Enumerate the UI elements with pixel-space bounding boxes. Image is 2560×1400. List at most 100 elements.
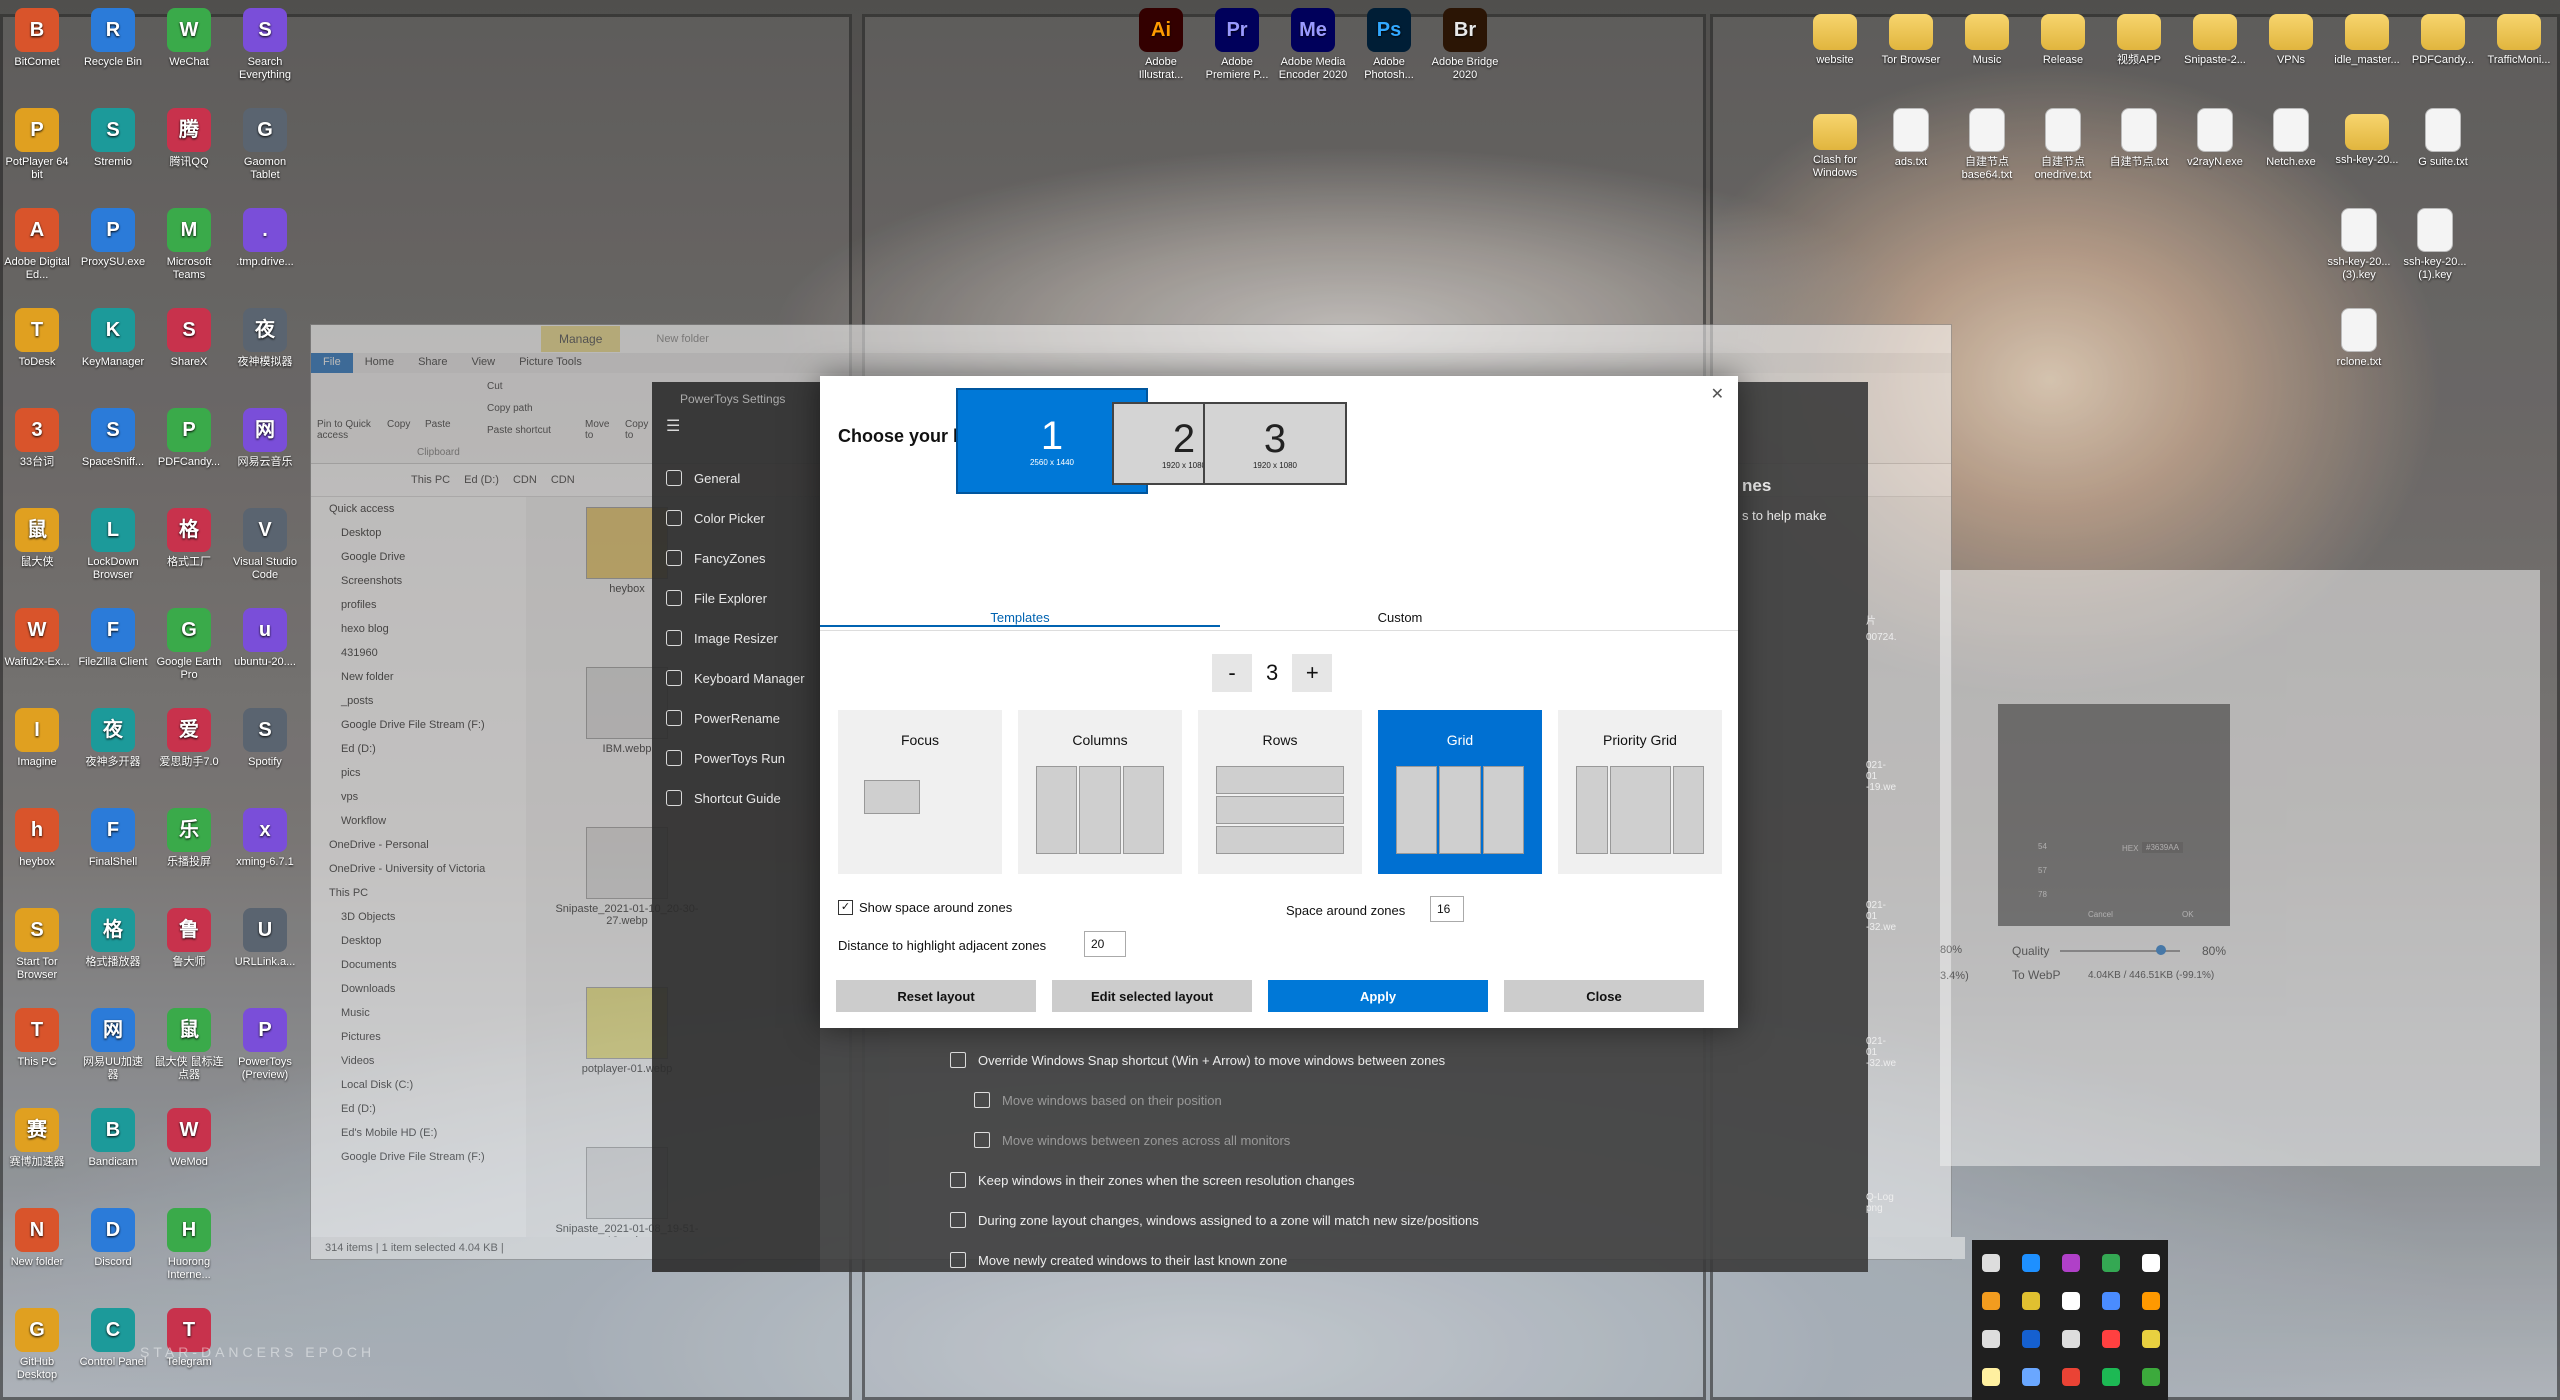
cut-button[interactable]: Cut [487, 381, 503, 392]
decrease-zones-button[interactable]: - [1212, 654, 1252, 692]
desktop-icon[interactable]: Clash for Windows [1800, 108, 1870, 180]
desktop-icon[interactable]: S ShareX [154, 308, 224, 369]
nav-item[interactable]: Downloads [311, 977, 526, 1001]
ribbon-tab[interactable]: File [311, 353, 353, 373]
desktop-icon[interactable]: S Search Everything [230, 8, 300, 82]
option-checkbox[interactable]: Move windows based on their position [950, 1080, 1479, 1120]
desktop-icon[interactable]: 视频APP [2104, 8, 2174, 67]
checkbox[interactable] [950, 1252, 966, 1268]
copy-button[interactable]: Copy [387, 419, 410, 430]
desktop-icon[interactable]: ssh-key-20... (3).key [2324, 208, 2394, 282]
nav-item-image-resizer[interactable]: Image Resizer [652, 618, 820, 658]
tray-icon[interactable] [2022, 1254, 2040, 1272]
r-value[interactable]: 54 [2038, 842, 2047, 851]
manage-tab[interactable]: Manage [541, 326, 621, 352]
nav-item-powerrename[interactable]: PowerRename [652, 698, 820, 738]
desktop-icon[interactable]: 鼠鼠大侠 [2, 508, 72, 569]
desktop-icon[interactable]: V Visual Studio Code [230, 508, 300, 582]
desktop-icon[interactable]: Pr Adobe Premiere P... [1202, 8, 1272, 82]
quality-slider[interactable] [2060, 945, 2180, 955]
tray-icon[interactable] [1982, 1292, 2000, 1310]
ribbon-tab[interactable]: Picture Tools [507, 353, 594, 373]
desktop-icon[interactable]: . .tmp.drive... [230, 208, 300, 269]
layout-card-rows[interactable]: Rows [1198, 710, 1362, 874]
layout-card-columns[interactable]: Columns [1018, 710, 1182, 874]
nav-item-file-explorer[interactable]: File Explorer [652, 578, 820, 618]
nav-item[interactable]: Screenshots [311, 569, 526, 593]
checkbox-checked-icon[interactable]: ✓ [838, 900, 853, 915]
nav-item[interactable]: Workflow [311, 809, 526, 833]
nav-item-shortcut-guide[interactable]: Shortcut Guide [652, 778, 820, 818]
nav-item[interactable]: Desktop [311, 929, 526, 953]
nav-item-powertoys-run[interactable]: PowerToys Run [652, 738, 820, 778]
desktop-icon[interactable]: K KeyManager [78, 308, 148, 369]
tray-icon[interactable] [2102, 1254, 2120, 1272]
desktop-icon[interactable]: S Stremio [78, 108, 148, 169]
breadcrumb-item[interactable]: CDN [513, 474, 537, 486]
desktop-icon[interactable]: W WeMod [154, 1108, 224, 1169]
breadcrumb-item[interactable]: This PC [411, 474, 450, 486]
desktop-icon[interactable]: B Bandicam [78, 1108, 148, 1169]
tray-icon[interactable] [1982, 1330, 2000, 1348]
desktop-icon[interactable]: D Discord [78, 1208, 148, 1269]
desktop-icon[interactable]: 自建节点 base64.txt [1952, 108, 2022, 182]
tray-icon[interactable] [2142, 1292, 2160, 1310]
desktop-icon[interactable]: C Control Panel [78, 1308, 148, 1369]
desktop-icon[interactable]: S SpaceSniff... [78, 408, 148, 469]
desktop-icon[interactable]: Ai Adobe Illustrat... [1126, 8, 1196, 82]
desktop-icon[interactable]: Netch.exe [2256, 108, 2326, 169]
nav-item[interactable]: profiles [311, 593, 526, 617]
checkbox[interactable] [950, 1052, 966, 1068]
desktop-icon[interactable]: 鼠鼠大侠 鼠标连点器 [154, 1008, 224, 1082]
desktop-icon[interactable]: 自建节点.txt [2104, 108, 2174, 169]
edit-selected-layout-button[interactable]: Edit selected layout [1052, 980, 1252, 1012]
nav-item[interactable]: hexo blog [311, 617, 526, 641]
ribbon-tab[interactable]: Share [406, 353, 459, 373]
desktop-icon[interactable]: 自建节点 onedrive.txt [2028, 108, 2098, 182]
quality-slider-thumb[interactable] [2156, 945, 2166, 955]
desktop-icon[interactable]: 腾腾讯QQ [154, 108, 224, 169]
tab-custom[interactable]: Custom [1170, 610, 1630, 625]
nav-item[interactable]: Documents [311, 953, 526, 977]
desktop-icon[interactable]: website [1800, 8, 1870, 67]
desktop-icon[interactable]: 爱爱思助手7.0 [154, 708, 224, 769]
option-checkbox[interactable]: Move windows between zones across all mo… [950, 1120, 1479, 1160]
desktop-icon[interactable]: u ubuntu-20.... [230, 608, 300, 669]
desktop-icon[interactable]: Ps Adobe Photosh... [1354, 8, 1424, 82]
tray-icon[interactable] [2022, 1330, 2040, 1348]
increase-zones-button[interactable]: + [1292, 654, 1333, 692]
desktop-icon[interactable]: A Adobe Digital Ed... [2, 208, 72, 282]
layout-card-priority[interactable]: Priority Grid [1558, 710, 1722, 874]
nav-item[interactable]: Google Drive [311, 545, 526, 569]
tab-templates[interactable]: Templates [820, 610, 1220, 627]
desktop-icon[interactable]: ads.txt [1876, 108, 1946, 169]
tray-icon[interactable] [1982, 1254, 2000, 1272]
nav-item[interactable]: _posts [311, 689, 526, 713]
reset-layout-button[interactable]: Reset layout [836, 980, 1036, 1012]
desktop-icon[interactable]: 鲁鲁大师 [154, 908, 224, 969]
tray-icon[interactable] [2062, 1330, 2080, 1348]
nav-item[interactable]: Ed (D:) [311, 1097, 526, 1121]
ribbon-tab[interactable]: View [459, 353, 507, 373]
ok-button[interactable]: OK [2182, 910, 2194, 919]
desktop-icon[interactable]: S Spotify [230, 708, 300, 769]
option-checkbox[interactable]: Keep windows in their zones when the scr… [950, 1160, 1479, 1200]
hamburger-icon[interactable]: ☰ [652, 416, 820, 446]
desktop-icon[interactable]: G GitHub Desktop [2, 1308, 72, 1382]
nav-item[interactable]: Local Disk (C:) [311, 1073, 526, 1097]
desktop-icon[interactable]: ssh-key-20... [2332, 108, 2402, 167]
desktop-icon[interactable]: T This PC [2, 1008, 72, 1069]
desktop-icon[interactable]: h heybox [2, 808, 72, 869]
nav-item-general[interactable]: General [652, 458, 820, 498]
desktop-icon[interactable]: VPNs [2256, 8, 2326, 67]
tray-icon[interactable] [2142, 1330, 2160, 1348]
desktop-icon[interactable]: Tor Browser [1876, 8, 1946, 67]
tray-icon[interactable] [2142, 1254, 2160, 1272]
desktop-icon[interactable]: F FileZilla Client [78, 608, 148, 669]
desktop-icon[interactable]: L LockDown Browser [78, 508, 148, 582]
desktop-icon[interactable]: B BitComet [2, 8, 72, 69]
move-to-button[interactable]: Move to [585, 419, 615, 441]
nav-item-color-picker[interactable]: Color Picker [652, 498, 820, 538]
desktop-icon[interactable]: idle_master... [2332, 8, 2402, 67]
nav-item[interactable]: Music [311, 1001, 526, 1025]
